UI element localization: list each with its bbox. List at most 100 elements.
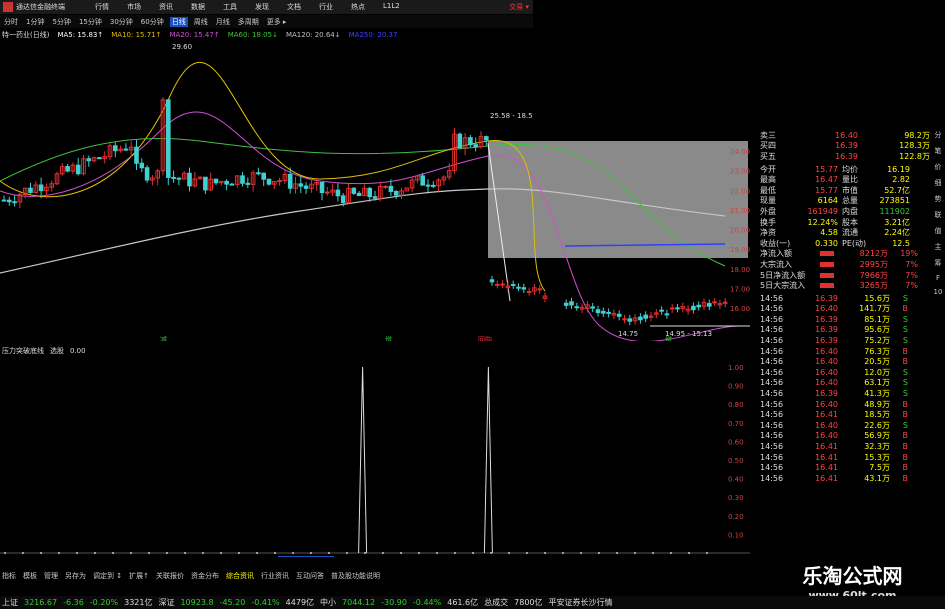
menu-item-1[interactable]: 市场	[127, 2, 141, 12]
period-3[interactable]: 15分钟	[77, 17, 104, 27]
candle	[622, 318, 627, 321]
index-name-1[interactable]: 深证	[158, 597, 174, 608]
stat-value2: 111902	[879, 206, 910, 216]
menu-item-4[interactable]: 工具	[223, 2, 237, 12]
side-tab-1[interactable]: 笔	[935, 146, 942, 156]
period-10[interactable]: 更多 ▸	[265, 17, 289, 27]
side-tab-3[interactable]: 细	[935, 178, 942, 188]
side-tab-2[interactable]: 价	[935, 162, 942, 172]
menu-item-9[interactable]: L1L2	[383, 2, 400, 12]
candle	[457, 133, 463, 149]
bottom-tab-1[interactable]: 模板	[23, 571, 37, 581]
index-name-2[interactable]: 中小	[320, 597, 336, 608]
event-marker-0[interactable]: 减	[160, 335, 167, 341]
ask-price: 16.39	[835, 141, 858, 151]
tick-row: 14:56 16.41 7.5万 B	[760, 462, 930, 473]
stock-name: 特一药业(日线)	[2, 31, 50, 39]
menu-item-0[interactable]: 行情	[95, 2, 109, 12]
tick-price: 16.40	[815, 367, 838, 377]
candle	[303, 185, 309, 189]
bottom-tab-11[interactable]: 普及股功能说明	[331, 571, 380, 581]
side-tab-7[interactable]: 主	[935, 242, 942, 252]
candle	[335, 189, 341, 197]
indicator-dot	[616, 552, 618, 554]
side-tab-0[interactable]: 分	[935, 130, 942, 140]
bottom-tab-8[interactable]: 综合资讯	[226, 571, 254, 581]
bottom-tab-9[interactable]: 行业资讯	[261, 571, 289, 581]
bottom-tab-3[interactable]: 另存为	[65, 571, 86, 581]
indicator-chart[interactable]: 1.00 0.90 0.80 0.70 0.60 0.50 0.40 0.30 0.20 0.10…	[0, 357, 750, 557]
menu-item-7[interactable]: 行业	[319, 2, 333, 12]
menu-item-6[interactable]: 文档	[287, 2, 301, 12]
period-0[interactable]: 分时	[2, 17, 20, 27]
tick-volume: 95.6万	[864, 325, 890, 335]
period-4[interactable]: 30分钟	[108, 17, 135, 27]
candle	[372, 196, 378, 199]
menu-item-8[interactable]: 热点	[351, 2, 365, 12]
side-tab-6[interactable]: 值	[935, 226, 942, 236]
candle	[240, 175, 245, 184]
index-change-2: -30.90	[381, 598, 407, 607]
period-9[interactable]: 多周期	[236, 17, 261, 27]
bottom-tab-4[interactable]: 调定到 ↕	[93, 571, 122, 581]
menu-item-3[interactable]: 数据	[191, 2, 205, 12]
period-6[interactable]: 日线	[169, 16, 188, 27]
flow-value: 2995万	[859, 259, 888, 269]
tick-time: 14:56	[760, 378, 784, 388]
period-1[interactable]: 1分钟	[24, 17, 46, 27]
period-2[interactable]: 5分钟	[50, 17, 72, 27]
event-marker-1[interactable]: 增	[385, 335, 392, 341]
side-tab-4[interactable]: 势	[935, 194, 942, 204]
indicator-name[interactable]: 压力突破底线	[2, 346, 44, 356]
bottom-tab-5[interactable]: 扩展↑	[129, 571, 149, 581]
period-7[interactable]: 周线	[192, 17, 210, 27]
candle	[425, 184, 431, 187]
stat-label: 最高	[760, 175, 776, 185]
bottom-tab-7[interactable]: 资金分布	[191, 571, 219, 581]
event-marker-3[interactable]: 增	[665, 335, 672, 341]
candle	[1, 199, 7, 202]
tick-time: 14:56	[760, 304, 784, 314]
bottom-tab-0[interactable]: 指标	[2, 571, 16, 581]
price-tick: 22.00	[730, 187, 750, 195]
candle	[224, 180, 229, 185]
flow-bar	[820, 261, 834, 267]
tick-time: 14:56	[760, 293, 784, 303]
tick-volume: 75.2万	[864, 336, 890, 346]
candle	[171, 176, 176, 179]
candle	[669, 307, 675, 310]
price-tick: 19.00	[730, 246, 750, 254]
candle	[144, 167, 150, 181]
candle	[229, 183, 235, 186]
candle	[187, 172, 192, 187]
bottom-tab-6[interactable]: 关联报价	[156, 571, 184, 581]
tick-side: S	[902, 325, 908, 335]
stat-value2: 52.7亿	[884, 185, 910, 195]
candle	[203, 176, 208, 191]
tick-price: 16.40	[815, 304, 838, 314]
indicator-dot	[76, 552, 78, 554]
trade-button[interactable]: 交易 ▾	[509, 2, 529, 12]
period-8[interactable]: 月线	[214, 17, 232, 27]
indicator-dot	[364, 552, 366, 554]
index-value-0: 3216.67	[24, 598, 58, 607]
bottom-tab-10[interactable]: 互动问答	[296, 571, 324, 581]
side-tab-9[interactable]: F	[936, 274, 940, 282]
event-marker-2[interactable]: 回购	[478, 335, 492, 341]
kline-chart[interactable]: 24.00 23.00 22.00 21.00 20.00 19.00 18.00 17.00…	[0, 41, 750, 341]
side-tab-8[interactable]: 筹	[935, 258, 942, 268]
menu-item-5[interactable]: 发现	[255, 2, 269, 12]
flow-label: 大宗流入	[760, 259, 792, 269]
stat-label2: 量比	[842, 175, 858, 185]
indicator-dot	[328, 552, 330, 554]
bottom-tab-2[interactable]: 管理	[44, 571, 58, 581]
side-tab-5[interactable]: 联	[935, 210, 942, 220]
side-tab-10[interactable]: 10	[934, 288, 943, 296]
tick-row: 14:56 16.39 41.3万 S	[760, 388, 930, 399]
menu-item-2[interactable]: 资讯	[159, 2, 173, 12]
high-label: 29.60	[172, 43, 192, 51]
index-name-0[interactable]: 上证	[2, 597, 18, 608]
period-5[interactable]: 60分钟	[139, 17, 166, 27]
tick-row: 14:56 16.39 85.1万 S	[760, 314, 930, 325]
tick-volume: 141.7万	[859, 304, 890, 314]
